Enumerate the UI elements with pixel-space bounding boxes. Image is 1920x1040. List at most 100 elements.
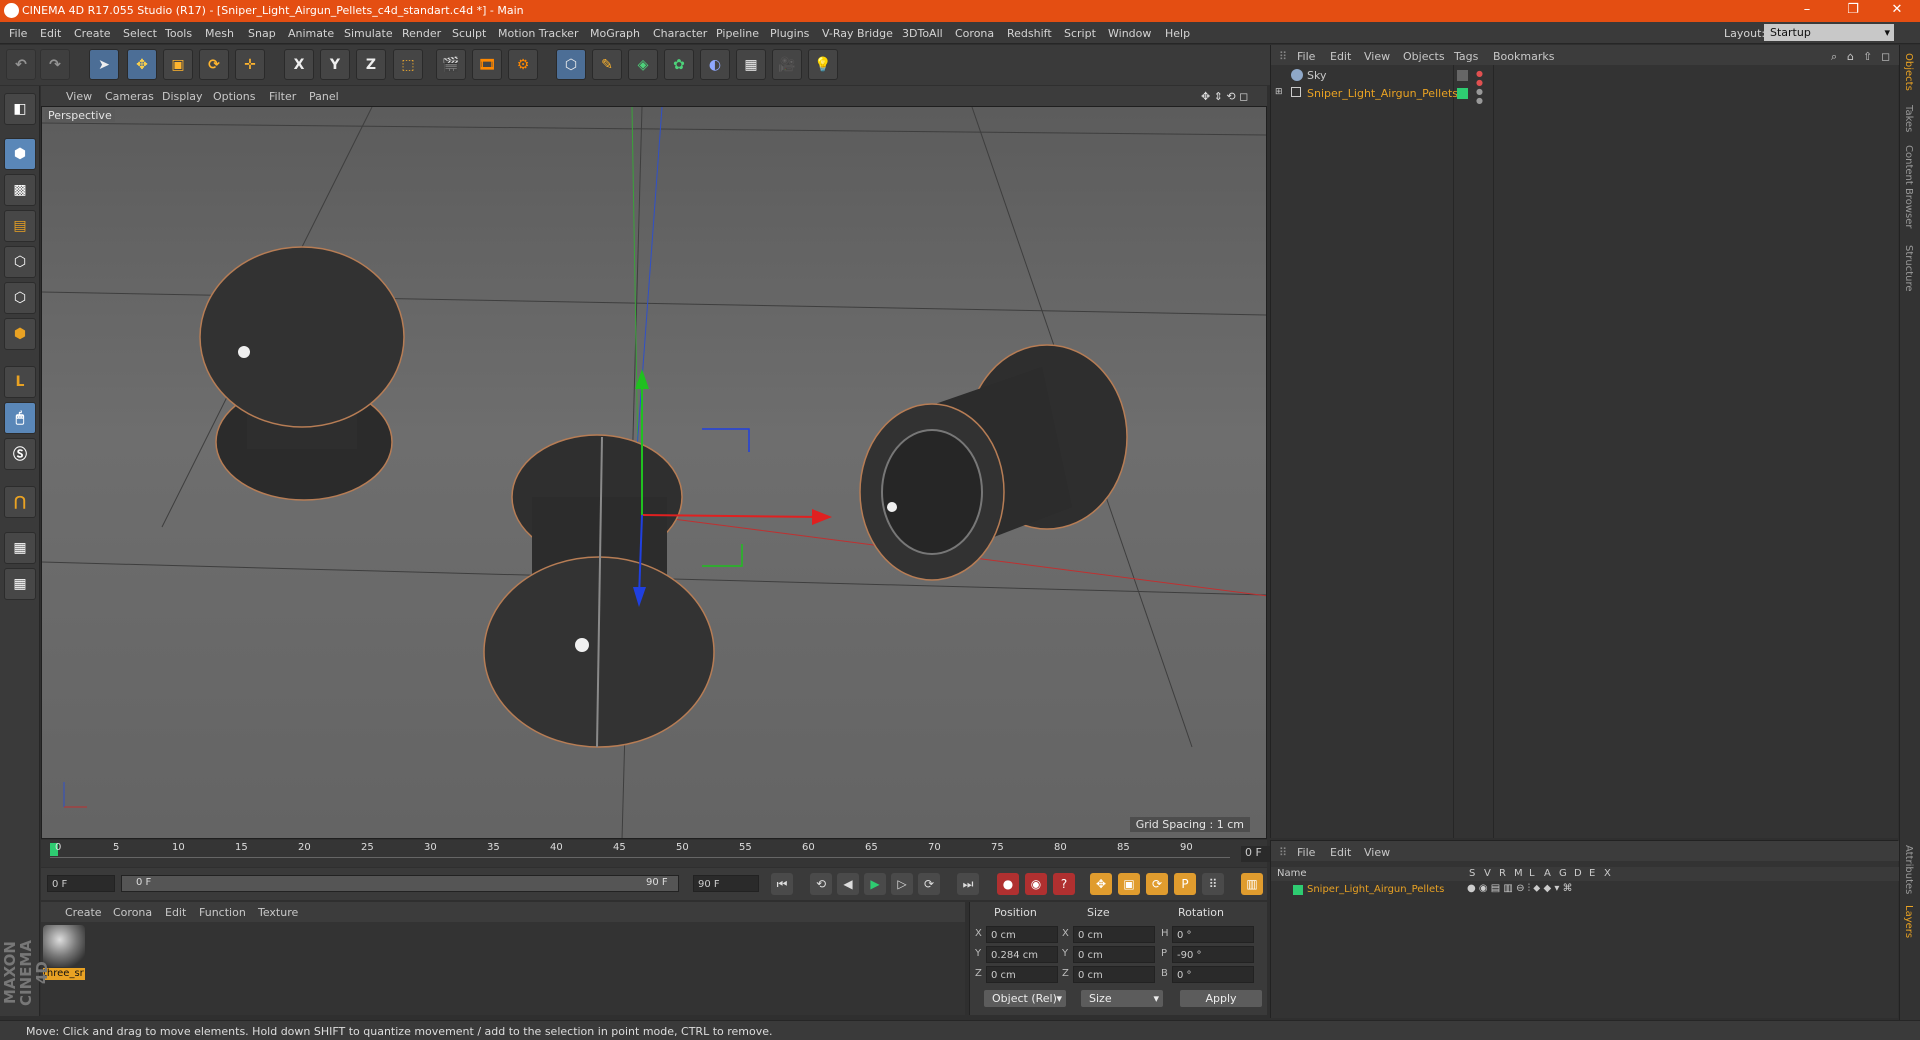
- subdivision-icon[interactable]: ◈: [628, 49, 658, 80]
- tab-takes[interactable]: Takes: [1903, 105, 1914, 132]
- lm-menu-file[interactable]: File: [1297, 846, 1315, 859]
- light-icon[interactable]: 💡: [808, 49, 838, 80]
- coordinate-mode-dropdown[interactable]: Object (Rel) ▾: [984, 990, 1066, 1007]
- tab-objects[interactable]: Objects: [1903, 53, 1914, 91]
- layout-dropdown[interactable]: Startup ▾: [1764, 24, 1894, 41]
- pellet-center[interactable]: [483, 434, 715, 748]
- menu-character[interactable]: Character: [653, 27, 707, 40]
- move-tool-icon[interactable]: ✥: [127, 49, 157, 80]
- om-menu-objects[interactable]: Objects: [1403, 50, 1445, 63]
- layer-toggle-icons[interactable]: ● ◉ ▤ ▥ ⊖ ⫶ ⬥ ◆ ▾ ⌘: [1467, 883, 1573, 894]
- planar-workplane-icon[interactable]: ▦: [4, 568, 36, 600]
- menu-snap[interactable]: Snap: [248, 27, 276, 40]
- menu-vray-bridge[interactable]: V-Ray Bridge: [822, 27, 893, 40]
- autokey-icon[interactable]: ◉: [1025, 873, 1047, 895]
- select-arrow-icon[interactable]: ➤: [89, 49, 119, 80]
- snap-icon[interactable]: Ⓢ: [4, 438, 36, 470]
- locked-workplane-icon[interactable]: ▦: [4, 532, 36, 564]
- prev-key-icon[interactable]: ⟲: [810, 873, 832, 895]
- menu-3dtoall[interactable]: 3DToAll: [902, 27, 943, 40]
- mograph-cloner-icon[interactable]: ✿: [664, 49, 694, 80]
- next-frame-icon[interactable]: ▷: [891, 873, 913, 895]
- maximize-button[interactable]: ❐: [1830, 0, 1876, 22]
- menu-corona[interactable]: Corona: [955, 27, 994, 40]
- position-y-field[interactable]: 0.284 cm: [986, 946, 1058, 963]
- goto-end-icon[interactable]: ⏭: [957, 873, 979, 895]
- menu-simulate[interactable]: Simulate: [344, 27, 393, 40]
- layer-color-swatch[interactable]: [1293, 885, 1303, 895]
- record-parameter-icon[interactable]: P: [1174, 873, 1196, 895]
- menu-edit[interactable]: Edit: [40, 27, 61, 40]
- lm-menu-view[interactable]: View: [1364, 846, 1390, 859]
- render-picture-viewer-icon[interactable]: 🎞: [472, 49, 502, 80]
- scale-tool-icon[interactable]: ▣: [163, 49, 193, 80]
- om-menu-tags[interactable]: Tags: [1454, 50, 1478, 63]
- points-mode-icon[interactable]: ⬡: [4, 246, 36, 278]
- pellet-right[interactable]: [859, 344, 1128, 581]
- menu-select[interactable]: Select: [123, 27, 157, 40]
- undo-icon[interactable]: ↶: [6, 49, 36, 80]
- record-pla-icon[interactable]: ⠿: [1202, 873, 1224, 895]
- preview-range-slider[interactable]: [121, 875, 679, 892]
- magnet-icon[interactable]: ⋂: [4, 486, 36, 518]
- coordinate-system-icon[interactable]: ⬚: [393, 49, 423, 80]
- make-editable-icon[interactable]: ◧: [4, 93, 36, 125]
- pen-spline-icon[interactable]: ✎: [592, 49, 622, 80]
- workplane-icon[interactable]: ▤: [4, 210, 36, 242]
- menu-file[interactable]: File: [9, 27, 27, 40]
- position-z-field[interactable]: 0 cm: [986, 966, 1058, 983]
- keyframe-selection-icon[interactable]: ?: [1053, 873, 1075, 895]
- home-icon[interactable]: ⌂: [1847, 50, 1854, 63]
- om-menu-edit[interactable]: Edit: [1330, 50, 1351, 63]
- axis-mode-icon[interactable]: L: [4, 366, 36, 398]
- play-icon[interactable]: ▶: [864, 873, 886, 895]
- material-menu-corona[interactable]: Corona: [113, 906, 152, 919]
- cube-primitive-icon[interactable]: ⬡: [556, 49, 586, 80]
- menu-redshift[interactable]: Redshift: [1007, 27, 1052, 40]
- rotate-tool-icon[interactable]: ⟳: [199, 49, 229, 80]
- pellet-left[interactable]: [199, 246, 405, 501]
- position-x-field[interactable]: 0 cm: [986, 926, 1058, 943]
- menu-mesh[interactable]: Mesh: [205, 27, 234, 40]
- material-menu-create[interactable]: Create: [65, 906, 102, 919]
- camera-icon[interactable]: 🎥: [772, 49, 802, 80]
- tab-structure[interactable]: Structure: [1903, 245, 1914, 292]
- tab-attributes[interactable]: Attributes: [1903, 845, 1914, 894]
- menu-window[interactable]: Window: [1108, 27, 1151, 40]
- rotation-b-field[interactable]: 0 °: [1172, 966, 1254, 983]
- viewport-perspective[interactable]: Perspective Grid Spacing : 1 cm: [41, 106, 1267, 839]
- viewport-menu-filter[interactable]: Filter: [269, 90, 296, 103]
- menu-tools[interactable]: Tools: [165, 27, 192, 40]
- menu-motion-tracker[interactable]: Motion Tracker: [498, 27, 578, 40]
- model-mode-icon[interactable]: ⬢: [4, 138, 36, 170]
- material-menu-texture[interactable]: Texture: [258, 906, 298, 919]
- render-view-icon[interactable]: 🎬: [436, 49, 466, 80]
- axis-x-button[interactable]: X: [284, 49, 314, 80]
- panel-grip-icon[interactable]: ⠿: [1279, 846, 1287, 859]
- material-menu-edit[interactable]: Edit: [165, 906, 186, 919]
- goto-start-icon[interactable]: ⏮: [771, 873, 793, 895]
- texture-mode-icon[interactable]: ▩: [4, 174, 36, 206]
- record-position-icon[interactable]: ✥: [1090, 873, 1112, 895]
- om-menu-file[interactable]: File: [1297, 50, 1315, 63]
- record-keys-icon[interactable]: ●: [997, 873, 1019, 895]
- viewport-menu-display[interactable]: Display: [162, 90, 203, 103]
- viewport-menu-panel[interactable]: Panel: [309, 90, 339, 103]
- menu-create[interactable]: Create: [74, 27, 111, 40]
- size-y-field[interactable]: 0 cm: [1073, 946, 1155, 963]
- new-view-icon[interactable]: ◻: [1881, 50, 1890, 63]
- editor-visibility-dots[interactable]: ● ●: [1476, 87, 1483, 105]
- timeline-ruler[interactable]: 0 5 10 15 20 25 30 35 40 45 50 55 60 65 …: [41, 840, 1307, 867]
- redo-icon[interactable]: ↷: [40, 49, 70, 80]
- axis-y-button[interactable]: Y: [320, 49, 350, 80]
- layer-row[interactable]: Sniper_Light_Airgun_Pellets ● ◉ ▤ ▥ ⊖ ⫶ …: [1271, 882, 1899, 898]
- menu-mograph[interactable]: MoGraph: [590, 27, 640, 40]
- edges-mode-icon[interactable]: ⬡: [4, 282, 36, 314]
- layer-color-icon[interactable]: [1457, 88, 1468, 99]
- deformer-icon[interactable]: ◐: [700, 49, 730, 80]
- size-mode-dropdown[interactable]: Size ▾: [1081, 990, 1163, 1007]
- record-rotation-icon[interactable]: ⟳: [1146, 873, 1168, 895]
- om-menu-bookmarks[interactable]: Bookmarks: [1493, 50, 1554, 63]
- viewport-camera-label[interactable]: Perspective: [45, 109, 115, 122]
- live-select-icon[interactable]: ✛: [235, 49, 265, 80]
